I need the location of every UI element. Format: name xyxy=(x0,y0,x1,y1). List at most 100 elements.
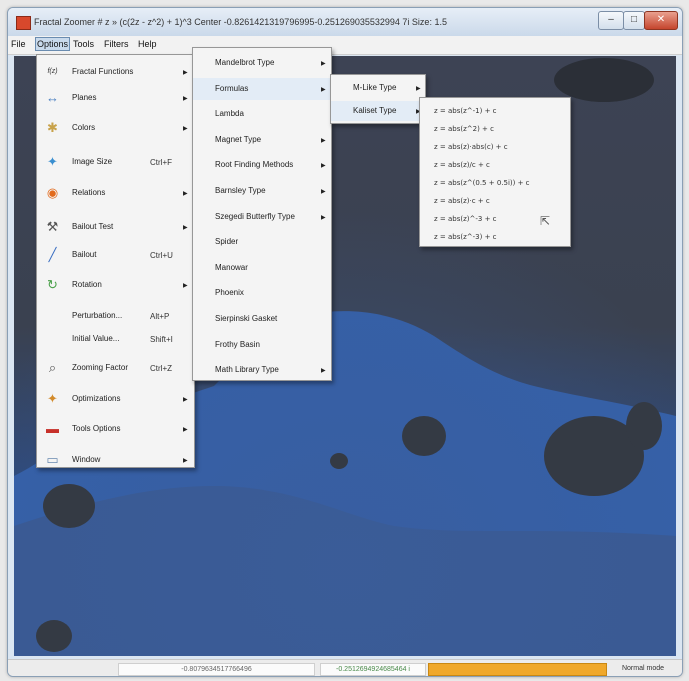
options-item-label: Rotation xyxy=(72,280,102,289)
options-item-fractal-functions[interactable]: f(z) Fractal Functions ▶ xyxy=(37,60,194,84)
submenu-arrow-icon: ▶ xyxy=(183,283,188,289)
submenu-arrow-icon: ▶ xyxy=(321,163,326,170)
submenu-arrow-icon: ▶ xyxy=(321,137,326,144)
functions-item-formulas[interactable]: Formulas ▶ xyxy=(193,77,331,100)
bailout-test-icon: ⚒ xyxy=(46,219,59,234)
shortcut-label: Ctrl+Z xyxy=(150,364,172,373)
kaliset-formula-item[interactable]: z = abs(z^2) + c xyxy=(434,125,494,133)
window-title: Fractal Zoomer # z » (c(2z - z^2) + 1)^3… xyxy=(34,17,447,27)
functions-item-label: Phoenix xyxy=(215,288,244,298)
submenu-arrow-icon: ▶ xyxy=(416,86,421,92)
menu-tools[interactable]: Tools xyxy=(73,39,94,49)
functions-item-label: Magnet Type xyxy=(215,134,262,144)
formulas-item-label: M-Like Type xyxy=(353,83,397,92)
function-icon: f(z) xyxy=(47,68,58,75)
kaliset-type-submenu: z = abs(z^-1) + c z = abs(z^2) + c z = abs… xyxy=(419,97,571,247)
colors-icon: ✱ xyxy=(47,120,58,135)
shortcut-label: Alt+P xyxy=(150,312,170,321)
functions-item-label: Barnsley Type xyxy=(215,186,266,195)
submenu-arrow-icon: ▶ xyxy=(183,427,188,433)
options-item-planes[interactable]: ↔ Planes ▶ xyxy=(37,86,194,110)
functions-item-label: Szegedi Butterfly Type xyxy=(215,211,295,221)
functions-item-lambda[interactable]: Lambda xyxy=(193,103,331,125)
options-item-label: Tools Options xyxy=(72,424,121,433)
planes-icon: ↔ xyxy=(46,90,59,105)
options-item-bailout-test[interactable]: ⚒ Bailout Test ▶ xyxy=(37,215,194,239)
functions-item-sierpinski-gasket[interactable]: Sierpinski Gasket xyxy=(193,308,331,330)
submenu-arrow-icon: ▶ xyxy=(183,397,188,403)
rotation-icon: ↻ xyxy=(47,277,58,292)
functions-item-phoenix[interactable]: Phoenix xyxy=(193,282,331,304)
functions-item-magnet-type[interactable]: Magnet Type ▶ xyxy=(193,129,331,151)
submenu-arrow-icon: ▶ xyxy=(321,86,326,93)
options-item-label: Fractal Functions xyxy=(72,67,134,76)
functions-item-math-library-type[interactable]: Math Library Type ▶ xyxy=(193,359,331,381)
kaliset-formula-item[interactable]: z = abs(z^(0.5 + 0.5i)) + c xyxy=(434,179,530,187)
functions-item-manowar[interactable]: Manowar xyxy=(193,257,331,279)
kaliset-formula-item[interactable]: z = abs(z)^-3 + c xyxy=(434,215,497,223)
functions-item-frothy-basin[interactable]: Frothy Basin xyxy=(193,334,331,356)
bailout-icon: ╱ xyxy=(48,247,57,262)
menu-file[interactable]: File xyxy=(11,39,26,49)
options-item-rotation[interactable]: ↻ Rotation ▶ xyxy=(37,273,194,297)
shortcut-label: Shift+I xyxy=(150,335,173,344)
options-item-perturbation[interactable]: Perturbation... Alt+P xyxy=(37,304,194,328)
menu-filters[interactable]: Filters xyxy=(104,39,129,49)
formulas-item-m-like-type[interactable]: M-Like Type ▶ xyxy=(331,78,425,98)
options-item-label: Perturbation... xyxy=(72,311,123,320)
kaliset-formula-item[interactable]: z = abs(z)/c + c xyxy=(434,161,490,169)
functions-item-label: Root Finding Methods xyxy=(215,160,294,170)
mode-label: Normal mode xyxy=(621,665,664,672)
submenu-arrow-icon: ▶ xyxy=(321,189,326,195)
options-item-initial-value[interactable]: Initial Value... Shift+I xyxy=(37,327,194,351)
formulas-submenu: M-Like Type ▶ Kaliset Type▶ xyxy=(330,74,426,124)
functions-item-label: Formulas xyxy=(215,83,249,93)
minimize-button[interactable]: – xyxy=(598,11,624,30)
options-item-zooming-factor[interactable]: ⌕ Zooming Factor Ctrl+Z xyxy=(37,356,194,380)
kaliset-formula-item[interactable]: z = abs(z)·c + c xyxy=(434,197,490,205)
close-button[interactable]: ✕ xyxy=(644,11,678,30)
options-item-label: Zooming Factor xyxy=(72,363,129,372)
submenu-arrow-icon: ▶ xyxy=(321,61,326,67)
window-icon: ▭ xyxy=(46,452,59,467)
kaliset-formula-item[interactable]: z = abs(z^-3) + c xyxy=(434,233,497,241)
options-item-label: Window xyxy=(72,455,101,464)
functions-item-barnsley-type[interactable]: Barnsley Type ▶ xyxy=(193,180,331,202)
options-item-label: Relations xyxy=(72,188,106,197)
image-size-icon: ✦ xyxy=(47,154,58,169)
options-item-label: Optimizations xyxy=(72,394,121,403)
functions-item-label: Sierpinski Gasket xyxy=(215,314,278,323)
menu-options[interactable]: Options xyxy=(35,37,71,51)
functions-item-label: Lambda xyxy=(215,109,244,119)
options-item-optimizations[interactable]: ✦ Optimizations ▶ xyxy=(37,387,194,411)
options-item-label: Bailout Test xyxy=(72,222,114,231)
progress-bar xyxy=(428,663,607,676)
imaginary-coordinate: -0.2512694924685464 i xyxy=(320,663,426,676)
tools-options-icon: ▬ xyxy=(46,421,59,436)
functions-item-szegedi-butterfly-type[interactable]: Szegedi Butterfly Type ▶ xyxy=(193,206,331,228)
options-item-image-size[interactable]: ✦ Image Size Ctrl+F xyxy=(37,150,194,174)
options-item-relations[interactable]: ◉ Relations ▶ xyxy=(37,181,194,205)
options-item-colors[interactable]: ✱ Colors ▶ xyxy=(37,116,194,140)
submenu-arrow-icon: ▶ xyxy=(183,225,188,231)
maximize-button[interactable]: □ xyxy=(623,11,645,30)
kaliset-formula-item[interactable]: z = abs(z^-1) + c xyxy=(434,107,497,115)
mouse-cursor-icon: ⇱ xyxy=(540,214,551,228)
options-item-label: Image Size xyxy=(72,157,113,166)
functions-item-root-finding-methods[interactable]: Root Finding Methods ▶ xyxy=(193,154,331,176)
options-item-window[interactable]: ▭ Window ▶ xyxy=(37,448,194,472)
functions-item-label: Spider xyxy=(215,237,239,247)
menu-bar: File Options Tools Filters Help xyxy=(8,36,682,55)
formulas-item-kaliset-type[interactable]: Kaliset Type▶ xyxy=(331,101,425,121)
options-item-bailout[interactable]: ╱ Bailout Ctrl+U xyxy=(37,243,194,267)
options-item-tools-options[interactable]: ▬ Tools Options ▶ xyxy=(37,417,194,441)
kaliset-formula-item[interactable]: z = abs(z)·abs(c) + c xyxy=(434,143,508,151)
functions-item-mandelbrot-type[interactable]: Mandelbrot Type ▶ xyxy=(193,52,331,74)
options-item-label: Initial Value... xyxy=(72,334,120,343)
formulas-item-label: Kaliset Type xyxy=(353,106,397,115)
menu-help[interactable]: Help xyxy=(138,39,157,49)
functions-item-spider[interactable]: Spider xyxy=(193,231,331,253)
functions-item-label: Manowar xyxy=(215,262,248,272)
shortcut-label: Ctrl+F xyxy=(150,158,172,167)
options-item-label: Planes xyxy=(72,93,97,102)
